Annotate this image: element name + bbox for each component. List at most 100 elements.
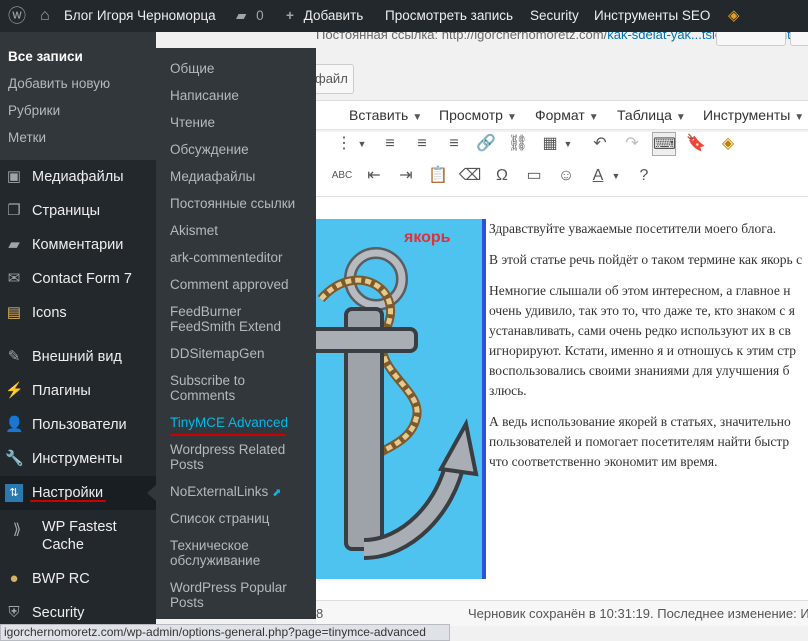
sidebar-item-users[interactable]: 👤 Пользователи: [0, 408, 156, 442]
comments-icon: ▰: [8, 236, 20, 253]
flyout-related-posts[interactable]: Wordpress Related Posts: [170, 442, 300, 472]
text-color-icon[interactable]: A: [586, 164, 610, 188]
paste-text-icon[interactable]: 📋: [426, 164, 450, 188]
help-icon[interactable]: ?: [632, 164, 656, 188]
menu-view[interactable]: Просмотр ▼: [439, 101, 517, 132]
insert-link-icon[interactable]: 🔗: [474, 132, 498, 156]
table-icon[interactable]: ▦: [538, 132, 562, 156]
pages-icon: ❐: [7, 202, 21, 219]
flyout-general[interactable]: Общие: [170, 61, 214, 76]
plugin-badge-icon[interactable]: ◈: [728, 0, 740, 32]
admin-sidebar: Все записи Добавить новую Рубрики Метки …: [0, 32, 156, 641]
strikethrough-icon[interactable]: ABC: [330, 164, 354, 188]
flyout-subscribe-to-comments[interactable]: Subscribe to Comments: [170, 373, 280, 403]
table-dropdown-icon[interactable]: ▼: [562, 132, 574, 156]
sidebar-item-contact-form[interactable]: ✉ Contact Form 7: [0, 262, 156, 296]
numbered-list-icon[interactable]: ⋮: [332, 132, 356, 156]
seo-tools-link[interactable]: Инструменты SEO: [594, 0, 710, 32]
bwp-icon: ●: [9, 570, 19, 587]
flyout-maintenance[interactable]: Техническое обслуживание: [170, 538, 280, 568]
sidebar-item-plugins[interactable]: ⚡ Плагины: [0, 374, 156, 408]
comments-link[interactable]: ▰ 0: [236, 0, 264, 32]
remove-link-icon[interactable]: ⛓: [506, 132, 530, 156]
sidebar-item-settings[interactable]: ⇅ Настройки: [0, 476, 156, 510]
view-post-link[interactable]: Просмотреть запись: [385, 0, 513, 32]
icons-icon: ▤: [6, 304, 22, 321]
clear-formatting-icon[interactable]: ⌫: [458, 164, 482, 188]
flyout-akismet[interactable]: Akismet: [170, 223, 218, 238]
sidebar-item-tools[interactable]: 🔧 Инструменты: [0, 442, 156, 476]
draft-saved-status: Черновик сохранён в 10:31:19. Последнее …: [468, 606, 808, 621]
read-more-icon[interactable]: 🔖: [684, 132, 708, 156]
menu-insert[interactable]: Вставить ▼: [349, 101, 422, 132]
flyout-ark-commenteditor[interactable]: ark-commenteditor: [170, 250, 283, 265]
paragraph-1: Здравствуйте уважаемые посетители моего …: [489, 221, 777, 236]
horizontal-line-icon[interactable]: ▭: [522, 164, 546, 188]
flyout-tinymce-advanced[interactable]: TinyMCE Advanced: [170, 415, 288, 430]
browser-status-url: igorchernomoretz.com/wp-admin/options-ge…: [0, 624, 450, 641]
paragraph-2: В этой статье речь пойдёт о таком термин…: [489, 252, 803, 267]
sidebar-item-media[interactable]: ▣ Медиафайлы: [0, 160, 156, 194]
flyout-writing[interactable]: Написание: [170, 88, 239, 103]
menu-tools[interactable]: Инструменты ▼: [703, 101, 804, 132]
submenu-tags[interactable]: Метки: [8, 130, 46, 145]
editor-toolbar-row-2: ABC ⇤ ⇥ 📋 ⌫ Ω ▭ ☺ A ▼ ?: [316, 164, 808, 196]
anchor-image[interactable]: якорь: [316, 219, 486, 579]
image-caption: якорь: [404, 229, 451, 246]
active-pointer-icon: [147, 485, 156, 501]
p4-line: А ведь использование якорей в статьях, з…: [489, 414, 791, 429]
sidebar-item-icons[interactable]: ▤ Icons: [0, 296, 156, 330]
sidebar-item-appearance[interactable]: ✎ Внешний вид: [0, 340, 156, 374]
toolbar-toggle-icon[interactable]: ⌨: [652, 132, 676, 156]
site-name[interactable]: Блог Игоря Черноморца: [64, 0, 216, 32]
new-content-link[interactable]: + Добавить: [286, 0, 363, 32]
paragraph-4: А ведь использование якорей в статьях, з…: [489, 412, 808, 472]
annotation-underline: [170, 434, 286, 436]
sidebar-item-comments[interactable]: ▰ Комментарии: [0, 228, 156, 262]
admin-bar: ⓦ ⌂ Блог Игоря Черноморца ▰ 0 + Добавить…: [0, 0, 808, 32]
flyout-permalinks[interactable]: Постоянные ссылки: [170, 196, 295, 211]
flyout-ddsitemapgen[interactable]: DDSitemapGen: [170, 346, 265, 361]
sidebar-item-bwp-rc[interactable]: ● BWP RC: [0, 562, 156, 596]
numbered-list-dropdown-icon[interactable]: ▼: [356, 132, 368, 156]
security-link[interactable]: Security: [530, 0, 579, 32]
redo-icon[interactable]: ↷: [620, 132, 644, 156]
plugins-icon: ⚡: [5, 382, 24, 399]
flyout-feedburner[interactable]: FeedBurner FeedSmith Extend: [170, 304, 310, 334]
undo-icon[interactable]: ↶: [588, 132, 612, 156]
p3-line: воспользовались своими знаниями для улуч…: [489, 363, 790, 378]
flyout-media[interactable]: Медиафайлы: [170, 169, 255, 184]
post-text[interactable]: Здравствуйте уважаемые посетители моего …: [489, 219, 808, 483]
indent-icon[interactable]: ⇥: [394, 164, 418, 188]
wordpress-logo-icon[interactable]: ⓦ: [8, 0, 26, 32]
outdent-icon[interactable]: ⇤: [362, 164, 386, 188]
flyout-popular-posts[interactable]: WordPress Popular Posts: [170, 580, 300, 610]
plus-icon: +: [286, 8, 294, 23]
text-color-dropdown-icon[interactable]: ▼: [610, 164, 622, 188]
emoticons-icon[interactable]: ☺: [554, 164, 578, 188]
p4-line: пользователей и помогает посетителям най…: [489, 434, 790, 449]
align-left-icon[interactable]: ≡: [378, 132, 402, 156]
flyout-page-list[interactable]: Список страниц: [170, 511, 269, 526]
cache-icon: ⟫: [12, 521, 22, 538]
align-right-icon[interactable]: ≡: [442, 132, 466, 156]
permalink-url[interactable]: http://igorchernomoretz.com/: [442, 32, 607, 42]
flyout-noexternallinks[interactable]: NoExternalLinks ⬈: [170, 484, 281, 501]
submenu-all-posts[interactable]: Все записи: [8, 49, 83, 64]
home-icon[interactable]: ⌂: [40, 0, 50, 32]
flyout-discussion[interactable]: Обсуждение: [170, 142, 249, 157]
settings-icon: ⇅: [5, 484, 23, 502]
sidebar-item-wp-fastest-cache[interactable]: ⟫ WP Fastest Cache: [0, 510, 156, 558]
wordpress-editor-screen: Постоянная ссылка: http://igorchernomore…: [0, 0, 808, 641]
flyout-reading[interactable]: Чтение: [170, 115, 215, 130]
sidebar-item-pages[interactable]: ❐ Страницы: [0, 194, 156, 228]
submenu-categories[interactable]: Рубрики: [8, 103, 60, 118]
align-center-icon[interactable]: ≡: [410, 132, 434, 156]
special-character-icon[interactable]: Ω: [490, 164, 514, 188]
submenu-add-new[interactable]: Добавить новую: [8, 76, 110, 91]
menu-format[interactable]: Формат ▼: [535, 101, 599, 132]
mail-icon: ✉: [7, 270, 21, 287]
menu-table[interactable]: Таблица ▼: [617, 101, 686, 132]
flyout-comment-approved[interactable]: Comment approved: [170, 277, 289, 292]
plugin-logo-icon[interactable]: ◈: [716, 132, 740, 156]
